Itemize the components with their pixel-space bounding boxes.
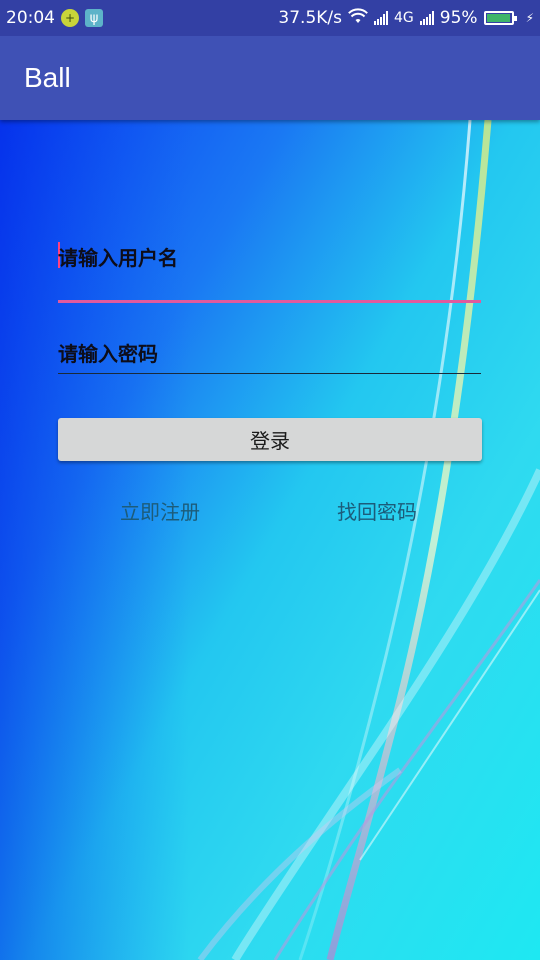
battery-percent: 95% — [439, 8, 478, 28]
notification-app-icon: + — [61, 9, 79, 27]
status-bar: 20:04 + ψ 37.5K/s 4G 95% ⚡ — [0, 0, 540, 36]
signal-icon — [419, 11, 434, 25]
login-button[interactable]: 登录 — [58, 418, 482, 461]
username-underline — [58, 300, 481, 303]
status-time: 20:04 — [6, 8, 55, 28]
login-screen: 20:04 + ψ 37.5K/s 4G 95% ⚡ Ball 请输入用户名 请… — [0, 0, 540, 960]
network-speed: 37.5K/s — [278, 8, 342, 28]
network-type: 4G — [394, 10, 414, 26]
battery-icon — [483, 11, 517, 25]
usb-icon: ψ — [85, 9, 103, 27]
password-underline — [58, 373, 481, 374]
wifi-icon — [348, 7, 368, 29]
signal-icon — [374, 11, 388, 25]
username-placeholder: 请输入用户名 — [58, 246, 178, 270]
recover-password-link[interactable]: 找回密码 — [337, 496, 417, 525]
battery-level — [486, 14, 510, 22]
battery-cap — [513, 16, 517, 21]
password-field[interactable]: 请输入密码 — [58, 328, 481, 376]
charging-icon: ⚡ — [525, 11, 534, 25]
app-bar: Ball — [0, 36, 540, 120]
register-link[interactable]: 立即注册 — [120, 496, 200, 525]
password-placeholder: 请输入密码 — [58, 342, 158, 366]
username-field[interactable]: 请输入用户名 — [58, 230, 481, 306]
app-title: Ball — [24, 62, 71, 93]
